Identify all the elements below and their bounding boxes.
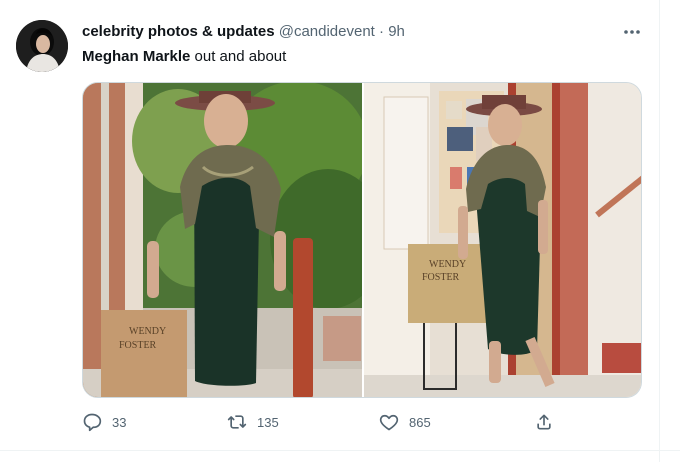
tweet-text: Meghan Markle out and about	[82, 47, 286, 67]
more-button[interactable]	[620, 22, 644, 42]
svg-text:FOSTER: FOSTER	[119, 340, 157, 351]
tweet-header: celebrity photos & updates @candidevent …	[82, 22, 405, 42]
more-horizontal-icon	[624, 30, 640, 34]
media-grid: WENDY FOSTER WENDY FOSTER	[82, 82, 642, 398]
photo-bag-text-2: WENDY	[429, 259, 466, 270]
reply-count: 33	[112, 414, 127, 430]
reply-button[interactable]: 33	[82, 410, 126, 434]
like-button[interactable]: 865	[379, 410, 431, 434]
separator-dot: ·	[379, 23, 385, 40]
avatar[interactable]	[16, 20, 68, 72]
retweet-icon	[227, 415, 247, 429]
retweet-count: 135	[257, 414, 279, 430]
like-count: 865	[409, 414, 431, 430]
tweet-text-bold: Meghan Markle	[82, 48, 191, 65]
tweet-text-rest: out and about	[190, 48, 287, 65]
share-icon	[537, 414, 551, 430]
media-photo-2[interactable]: WENDY FOSTER	[364, 83, 641, 397]
tweet[interactable]: celebrity photos & updates @candidevent …	[0, 0, 680, 462]
tweet-actions: 33 135 865	[82, 410, 562, 434]
svg-text:FOSTER: FOSTER	[422, 272, 460, 283]
reply-icon	[83, 413, 102, 432]
share-button[interactable]	[534, 410, 554, 434]
photo-street-scene-2: WENDY FOSTER	[364, 83, 641, 397]
like-icon	[379, 414, 399, 431]
retweet-button[interactable]: 135	[227, 410, 279, 434]
display-name[interactable]: celebrity photos & updates	[82, 23, 275, 40]
column-divider	[659, 0, 660, 462]
photo-street-scene-1: WENDY FOSTER	[83, 83, 362, 397]
user-handle[interactable]: @candidevent	[279, 23, 375, 40]
media-photo-1[interactable]: WENDY FOSTER	[83, 83, 362, 397]
avatar-image	[16, 20, 68, 72]
timestamp[interactable]: 9h	[388, 23, 405, 40]
photo-bag-text-1: WENDY	[129, 326, 166, 337]
tweet-divider	[0, 450, 680, 451]
